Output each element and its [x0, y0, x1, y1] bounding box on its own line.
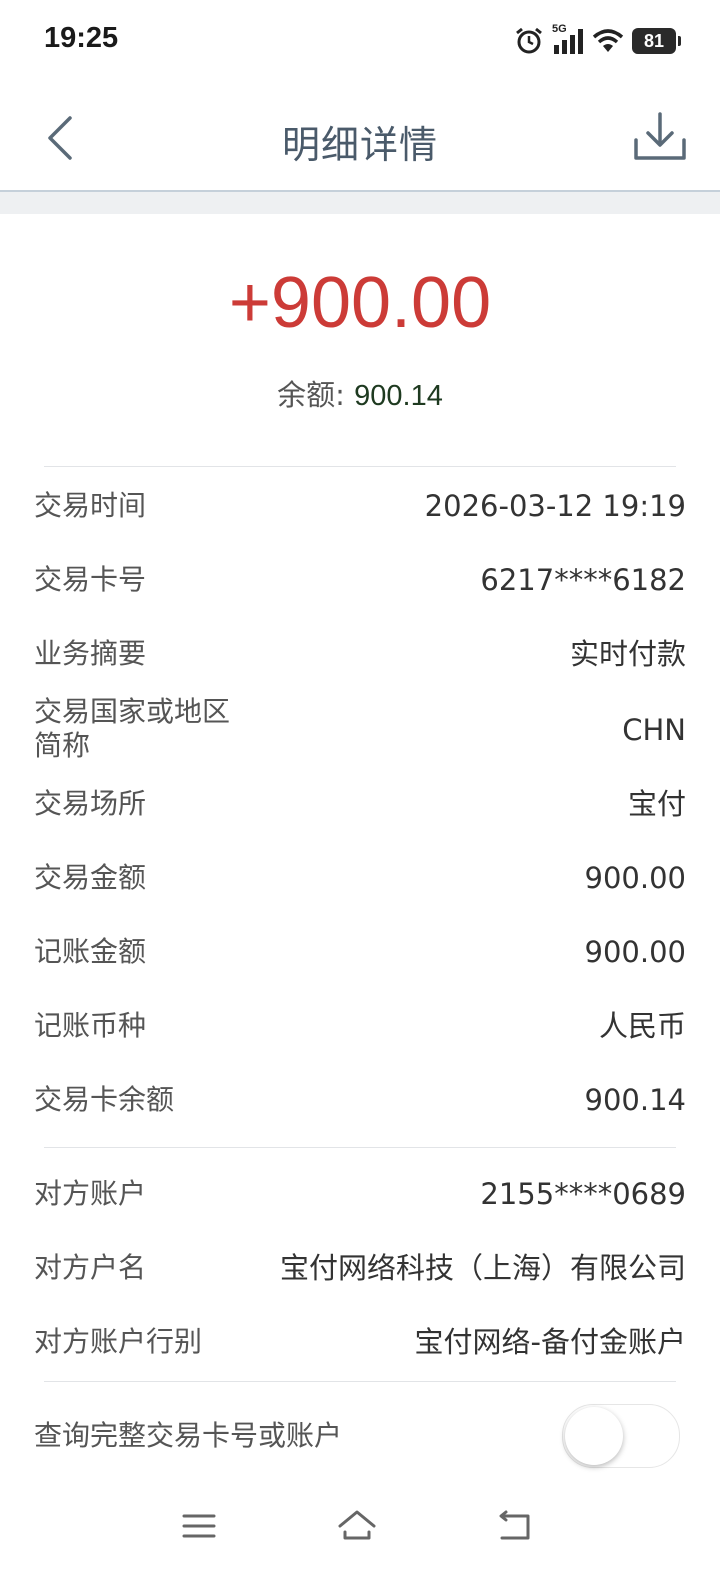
detail-value: 900.00	[584, 935, 686, 969]
detail-value: 人民币	[598, 1009, 686, 1043]
detail-row-transaction-time: 交易时间 2026-03-12 19:19	[34, 488, 686, 524]
detail-row-counterparty-bank: 对方账户行别 宝付网络-备付金账户	[34, 1324, 686, 1360]
back-icon	[499, 1510, 530, 1540]
detail-value: 6217****6182	[480, 563, 686, 597]
detail-value: 900.00	[584, 861, 686, 895]
divider	[44, 466, 676, 467]
detail-row-card-balance: 交易卡余额 900.14	[34, 1082, 686, 1118]
detail-label: 对方账户	[34, 1177, 147, 1210]
menu-button[interactable]	[174, 1506, 224, 1546]
status-time: 19:25	[44, 22, 119, 54]
detail-row-counterparty-name: 对方户名 宝付网络科技（上海）有限公司	[34, 1250, 686, 1286]
detail-row-transaction-amount: 交易金额 900.00	[34, 860, 686, 896]
detail-value: 2155****0689	[480, 1177, 686, 1211]
detail-value: 2026-03-12 19:19	[424, 489, 686, 523]
menu-icon	[182, 1514, 216, 1538]
system-back-button[interactable]	[490, 1506, 540, 1546]
battery-icon: 81	[632, 28, 681, 54]
balance-value: 900.14	[354, 380, 443, 412]
system-nav-bar	[0, 1494, 720, 1564]
detail-value: 宝付网络-备付金账户	[414, 1325, 686, 1359]
detail-label: 交易卡余额	[34, 1083, 175, 1116]
detail-label: 交易场所	[34, 787, 147, 820]
detail-value: 宝付	[627, 787, 686, 821]
toggle-label: 查询完整交易卡号或账户	[34, 1419, 343, 1452]
detail-row-venue: 交易场所 宝付	[34, 786, 686, 822]
detail-value: 宝付网络科技（上海）有限公司	[279, 1251, 686, 1285]
divider	[44, 1381, 676, 1382]
detail-label: 交易金额	[34, 861, 147, 894]
detail-label: 对方账户行别	[34, 1325, 203, 1358]
detail-label-continued: 简称	[34, 729, 91, 762]
detail-row-posted-amount: 记账金额 900.00	[34, 934, 686, 970]
detail-value: 900.14	[584, 1083, 686, 1117]
full-number-toggle[interactable]	[562, 1404, 680, 1468]
download-button[interactable]	[628, 108, 692, 168]
status-icons: 5G 81	[514, 23, 681, 58]
divider	[44, 1147, 676, 1148]
alarm-icon	[516, 27, 542, 54]
nav-bar: 明细详情	[0, 82, 720, 192]
detail-label: 交易卡号	[34, 563, 147, 596]
signal-icon: 5G	[552, 23, 584, 55]
balance-label: 余额:	[277, 378, 355, 412]
detail-label: 记账币种	[34, 1009, 147, 1042]
detail-value: 实时付款	[569, 637, 686, 671]
page-title: 明细详情	[281, 123, 438, 167]
detail-row-country: 交易国家或地区 简称 CHN	[34, 694, 686, 768]
detail-label: 对方户名	[34, 1251, 147, 1284]
home-icon	[338, 1510, 376, 1540]
detail-row-currency: 记账币种 人民币	[34, 1008, 686, 1044]
detail-label: 交易时间	[34, 489, 147, 522]
detail-label: 业务摘要	[34, 637, 147, 670]
section-gap	[0, 192, 720, 214]
detail-row-summary: 业务摘要 实时付款	[34, 636, 686, 672]
status-bar: 19:25 5G 81	[0, 0, 720, 82]
balance-line: 余额: 900.14	[0, 372, 720, 414]
home-button[interactable]	[332, 1506, 382, 1546]
detail-row-counterparty-account: 对方账户 2155****0689	[34, 1176, 686, 1212]
detail-label: 记账金额	[34, 935, 147, 968]
transaction-amount: +900.00	[228, 263, 492, 343]
download-icon	[634, 112, 686, 160]
detail-value: CHN	[622, 713, 686, 747]
detail-row-card-number: 交易卡号 6217****6182	[34, 562, 686, 598]
toggle-knob	[565, 1407, 623, 1465]
wifi-icon	[592, 29, 624, 52]
detail-label: 交易国家或地区	[34, 695, 231, 728]
